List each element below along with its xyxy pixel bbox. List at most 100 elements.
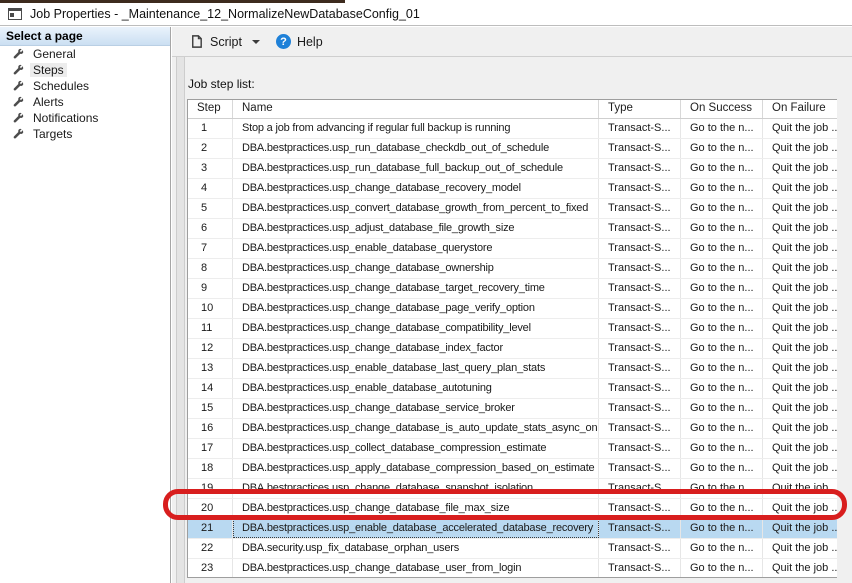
on-failure-cell: Quit the job ... <box>763 419 837 438</box>
sidebar-item-list: GeneralStepsSchedules AlertsNotifications… <box>0 46 170 142</box>
panel-scrollbar[interactable] <box>176 57 185 583</box>
script-button-label: Script <box>210 35 242 49</box>
type-cell: Transact-S... <box>599 299 681 318</box>
sidebar-item-notifications[interactable]: Notifications <box>0 110 170 126</box>
sidebar-item-label: Alerts <box>30 95 67 109</box>
table-row[interactable]: 15DBA.bestpractices.usp_change_database_… <box>188 399 837 419</box>
on-success-cell: Go to the n... <box>681 139 763 158</box>
on-success-cell: Go to the n... <box>681 239 763 258</box>
column-header-type[interactable]: Type <box>599 100 681 118</box>
type-cell: Transact-S... <box>599 539 681 558</box>
type-cell: Transact-S... <box>599 459 681 478</box>
step-cell: 3 <box>188 159 233 178</box>
on-success-cell: Go to the n... <box>681 479 763 498</box>
table-row[interactable]: 2DBA.bestpractices.usp_run_database_chec… <box>188 139 837 159</box>
sidebar-item-label: Targets <box>30 127 75 141</box>
sidebar-item-general[interactable]: General <box>0 46 170 62</box>
table-row[interactable]: 20DBA.bestpractices.usp_change_database_… <box>188 499 837 519</box>
name-cell: DBA.bestpractices.usp_enable_database_qu… <box>233 239 599 258</box>
column-header-on-success[interactable]: On Success <box>681 100 763 118</box>
step-cell: 1 <box>188 119 233 138</box>
step-cell: 19 <box>188 479 233 498</box>
on-failure-cell: Quit the job ... <box>763 499 837 518</box>
on-success-cell: Go to the n... <box>681 519 763 538</box>
toolbar: Script ? Help <box>172 27 852 57</box>
step-cell: 18 <box>188 459 233 478</box>
script-button[interactable]: Script <box>185 31 246 52</box>
table-row[interactable]: 6DBA.bestpractices.usp_adjust_database_f… <box>188 219 837 239</box>
table-row[interactable]: 19DBA.bestpractices.usp_change_database_… <box>188 479 837 499</box>
name-cell: DBA.bestpractices.usp_collect_database_c… <box>233 439 599 458</box>
job-step-list-label: Job step list: <box>188 77 255 91</box>
sidebar-item-label: General <box>30 47 79 61</box>
table-row[interactable]: 22DBA.security.usp_fix_database_orphan_u… <box>188 539 837 559</box>
sidebar: Select a page GeneralStepsSchedules Alert… <box>0 27 171 583</box>
type-cell: Transact-S... <box>599 219 681 238</box>
table-row[interactable]: 9DBA.bestpractices.usp_change_database_t… <box>188 279 837 299</box>
on-failure-cell: Quit the job ... <box>763 319 837 338</box>
on-success-cell: Go to the n... <box>681 219 763 238</box>
chevron-down-icon <box>252 40 260 44</box>
name-cell: DBA.bestpractices.usp_change_database_se… <box>233 399 599 418</box>
column-header-name[interactable]: Name <box>233 100 599 118</box>
column-header-step[interactable]: Step <box>188 100 233 118</box>
wrench-icon <box>12 48 25 61</box>
on-failure-cell: Quit the job ... <box>763 219 837 238</box>
table-row[interactable]: 8DBA.bestpractices.usp_change_database_o… <box>188 259 837 279</box>
on-success-cell: Go to the n... <box>681 419 763 438</box>
name-cell: DBA.bestpractices.usp_change_database_sn… <box>233 479 599 498</box>
step-cell: 12 <box>188 339 233 358</box>
table-row[interactable]: 7DBA.bestpractices.usp_enable_database_q… <box>188 239 837 259</box>
script-dropdown-button[interactable] <box>246 37 266 47</box>
table-row[interactable]: 13DBA.bestpractices.usp_enable_database_… <box>188 359 837 379</box>
column-header-on-failure[interactable]: On Failure <box>763 100 837 118</box>
table-row[interactable]: 14DBA.bestpractices.usp_enable_database_… <box>188 379 837 399</box>
step-cell: 8 <box>188 259 233 278</box>
on-failure-cell: Quit the job ... <box>763 239 837 258</box>
table-row[interactable]: 12DBA.bestpractices.usp_change_database_… <box>188 339 837 359</box>
name-cell: DBA.bestpractices.usp_convert_database_g… <box>233 199 599 218</box>
step-cell: 17 <box>188 439 233 458</box>
table-row[interactable]: 1Stop a job from advancing if regular fu… <box>188 119 837 139</box>
step-cell: 9 <box>188 279 233 298</box>
step-cell: 23 <box>188 559 233 578</box>
table-row[interactable]: 3DBA.bestpractices.usp_run_database_full… <box>188 159 837 179</box>
on-failure-cell: Quit the job ... <box>763 279 837 298</box>
table-row[interactable]: 4DBA.bestpractices.usp_change_database_r… <box>188 179 837 199</box>
sidebar-item-label: Schedules <box>30 79 92 93</box>
wrench-icon <box>12 128 25 141</box>
sidebar-header: Select a page <box>0 27 170 46</box>
step-cell: 15 <box>188 399 233 418</box>
sidebar-item-schedules[interactable]: Schedules <box>0 78 170 94</box>
table-row[interactable]: 18DBA.bestpractices.usp_apply_database_c… <box>188 459 837 479</box>
table-row-selected[interactable]: 21DBA.bestpractices.usp_enable_database_… <box>188 519 837 539</box>
table-row[interactable]: 11DBA.bestpractices.usp_change_database_… <box>188 319 837 339</box>
table-row[interactable]: 23DBA.bestpractices.usp_change_database_… <box>188 559 837 578</box>
on-success-cell: Go to the n... <box>681 319 763 338</box>
on-success-cell: Go to the n... <box>681 179 763 198</box>
sidebar-item-steps[interactable]: Steps <box>0 62 170 78</box>
table-row[interactable]: 10DBA.bestpractices.usp_change_database_… <box>188 299 837 319</box>
table-row[interactable]: 5DBA.bestpractices.usp_convert_database_… <box>188 199 837 219</box>
type-cell: Transact-S... <box>599 419 681 438</box>
on-failure-cell: Quit the job ... <box>763 139 837 158</box>
type-cell: Transact-S... <box>599 499 681 518</box>
table-row[interactable]: 16DBA.bestpractices.usp_change_database_… <box>188 419 837 439</box>
job-step-table: StepNameTypeOn SuccessOn Failure 1Stop a… <box>187 99 837 578</box>
help-button[interactable]: ? Help <box>272 31 327 52</box>
steps-page-content: Job step list: StepNameTypeOn SuccessOn … <box>172 57 852 583</box>
step-cell: 4 <box>188 179 233 198</box>
wrench-icon <box>12 96 25 109</box>
name-cell: DBA.bestpractices.usp_run_database_full_… <box>233 159 599 178</box>
sidebar-item-alerts[interactable]: Alerts <box>0 94 170 110</box>
step-cell: 6 <box>188 219 233 238</box>
sidebar-item-targets[interactable]: Targets <box>0 126 170 142</box>
on-failure-cell: Quit the job ... <box>763 359 837 378</box>
on-failure-cell: Quit the job ... <box>763 519 837 538</box>
on-failure-cell: Quit the job ... <box>763 259 837 278</box>
title-bar: Job Properties - _Maintenance_12_Normali… <box>0 3 852 26</box>
on-success-cell: Go to the n... <box>681 499 763 518</box>
name-cell: DBA.bestpractices.usp_apply_database_com… <box>233 459 599 478</box>
on-failure-cell: Quit the job ... <box>763 199 837 218</box>
table-row[interactable]: 17DBA.bestpractices.usp_collect_database… <box>188 439 837 459</box>
